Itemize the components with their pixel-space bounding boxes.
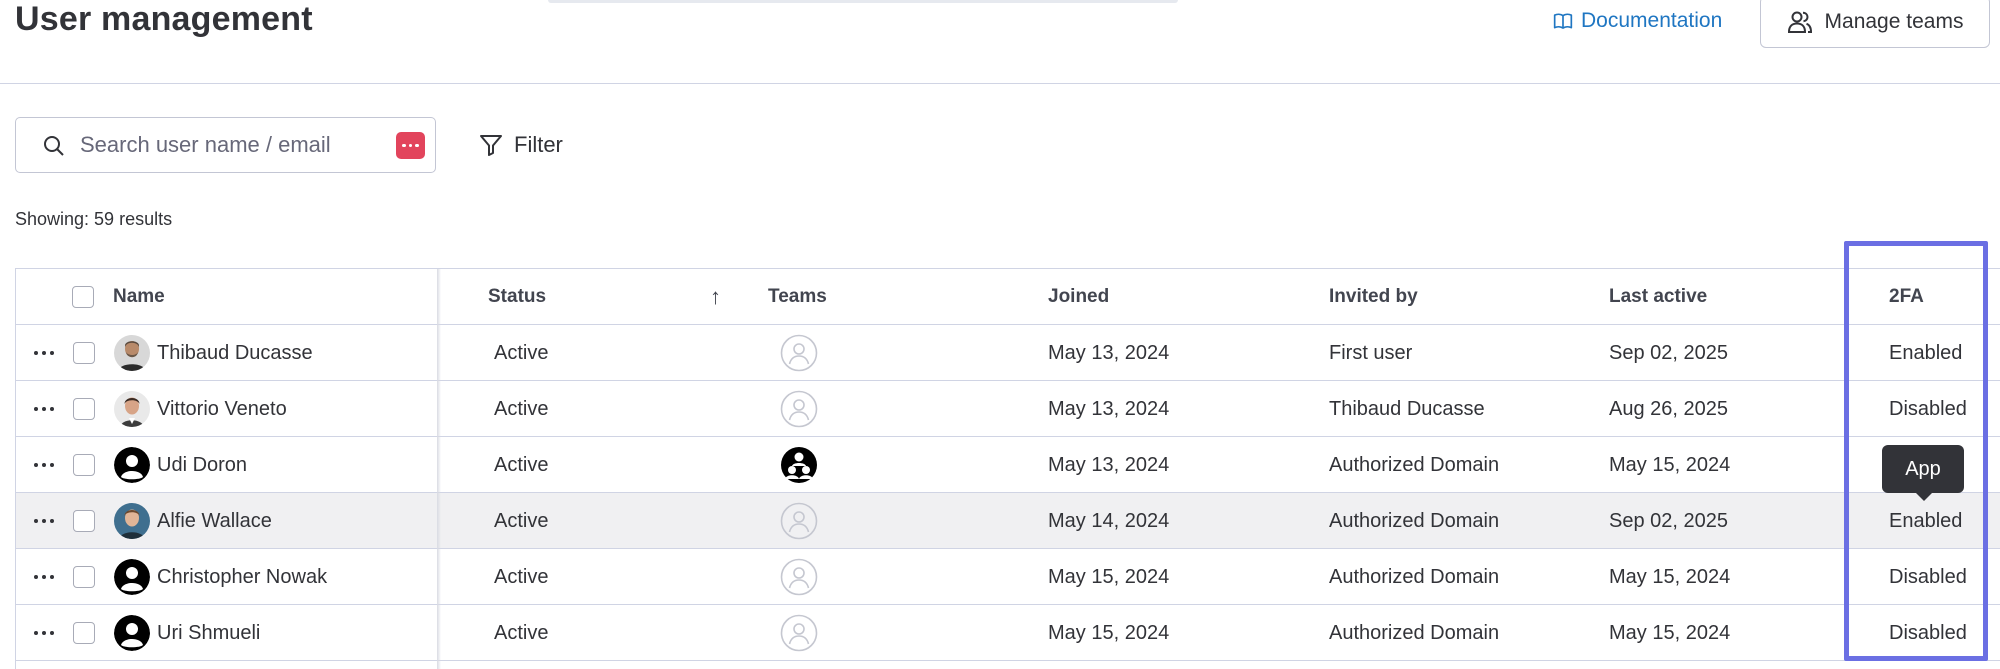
user-last-active: Sep 02, 2025 (1609, 509, 1728, 532)
results-count: Showing: 59 results (15, 209, 173, 229)
user-name[interactable]: Uri Shmueli (157, 605, 260, 661)
row-actions-icon[interactable] (34, 349, 58, 357)
documentation-label: Documentation (1581, 9, 1723, 32)
2fa-tooltip: App (1882, 445, 1964, 501)
user-2fa: Disabled (1889, 621, 1967, 644)
user-name[interactable]: Vittorio Veneto (157, 381, 287, 437)
user-name[interactable]: Alfie Wallace (157, 493, 272, 549)
user-name[interactable]: Udi Doron (157, 437, 247, 493)
user-status: Active (494, 565, 549, 588)
column-header-last-active[interactable]: Last active (1609, 269, 1707, 325)
empty-team-icon[interactable] (780, 390, 818, 428)
book-icon (1553, 13, 1573, 29)
row-checkbox[interactable] (73, 454, 95, 476)
column-header-teams[interactable]: Teams (768, 269, 827, 325)
user-invited-by: Authorized Domain (1329, 509, 1500, 532)
empty-team-icon[interactable] (780, 558, 818, 596)
table-header-row: Name Status ↑ Teams Joined Invited by La… (16, 269, 2000, 325)
filter-label: Filter (514, 132, 563, 157)
page-title: User management (15, 0, 313, 38)
user-status: Active (494, 397, 549, 420)
row-actions-icon[interactable] (34, 517, 58, 525)
user-last-active: May 15, 2024 (1609, 453, 1731, 476)
column-header-invited-by[interactable]: Invited by (1329, 269, 1418, 325)
column-header-joined[interactable]: Joined (1048, 269, 1109, 325)
user-last-active: May 15, 2024 (1609, 565, 1731, 588)
top-bar-remnant (548, 0, 1178, 3)
row-actions-icon[interactable] (34, 405, 58, 413)
table-row[interactable]: Uri Shmueli Active May 15, 2024 Authoriz… (16, 605, 2000, 661)
team-group-icon[interactable] (780, 446, 818, 484)
empty-team-icon[interactable] (780, 614, 818, 652)
table-row[interactable]: Thibaud Ducasse Active May 13, 2024 Firs… (16, 325, 2000, 381)
user-status: Active (494, 341, 549, 364)
user-invited-by: Authorized Domain (1329, 453, 1500, 476)
user-last-active: Sep 02, 2025 (1609, 341, 1728, 364)
user-invited-by: First user (1329, 341, 1413, 364)
user-avatar (114, 335, 150, 371)
default-avatar-icon (114, 615, 150, 651)
documentation-link[interactable]: Documentation (1553, 6, 1722, 36)
user-avatar (114, 503, 150, 539)
search-input[interactable] (78, 128, 378, 162)
user-status: Active (494, 509, 549, 532)
filter-icon (480, 135, 502, 156)
table-row[interactable]: Christopher Nowak Active May 15, 2024 Au… (16, 549, 2000, 605)
user-joined: May 13, 2024 (1048, 453, 1170, 476)
user-name[interactable]: Christopher Nowak (157, 549, 327, 605)
manage-teams-label: Manage teams (1824, 10, 1964, 33)
default-avatar-icon (114, 559, 150, 595)
password-manager-icon[interactable] (396, 132, 425, 159)
empty-team-icon[interactable] (780, 502, 818, 540)
search-icon (44, 136, 64, 156)
user-last-active: Aug 26, 2025 (1609, 397, 1728, 420)
manage-teams-button[interactable]: Manage teams (1760, 0, 1990, 48)
user-last-active: May 15, 2024 (1609, 621, 1731, 644)
user-joined: May 13, 2024 (1048, 397, 1170, 420)
user-2fa: Disabled (1889, 565, 1967, 588)
row-checkbox[interactable] (73, 566, 95, 588)
select-all-checkbox[interactable] (72, 286, 94, 308)
user-management-page: User management Documentation Manage tea… (0, 0, 2000, 669)
row-actions-icon[interactable] (34, 461, 58, 469)
user-2fa: Disabled (1889, 397, 1967, 420)
user-2fa: Enabled (1889, 341, 1963, 364)
page-header: User management Documentation Manage tea… (0, 0, 2000, 84)
user-joined: May 15, 2024 (1048, 621, 1170, 644)
user-name[interactable]: Thibaud Ducasse (157, 325, 313, 381)
column-header-status[interactable]: Status (488, 269, 546, 325)
user-invited-by: Authorized Domain (1329, 565, 1500, 588)
users-table: Name Status ↑ Teams Joined Invited by La… (15, 268, 2000, 669)
user-status: Active (494, 621, 549, 644)
user-joined: May 15, 2024 (1048, 565, 1170, 588)
column-header-name[interactable]: Name (113, 269, 165, 325)
column-header-2fa[interactable]: 2FA (1889, 269, 1924, 325)
row-actions-icon[interactable] (34, 573, 58, 581)
user-2fa: Enabled (1889, 509, 1963, 532)
sticky-column-divider (437, 269, 441, 669)
user-invited-by: Authorized Domain (1329, 621, 1500, 644)
empty-team-icon[interactable] (780, 334, 818, 372)
row-checkbox[interactable] (73, 622, 95, 644)
user-avatar (114, 391, 150, 427)
table-row[interactable]: Udi Doron Active May 13, 2024 Authorized… (16, 437, 2000, 493)
filter-button[interactable]: Filter (478, 128, 563, 162)
row-checkbox[interactable] (73, 342, 95, 364)
sort-arrow-icon[interactable]: ↑ (710, 269, 721, 325)
row-actions-icon[interactable] (34, 629, 58, 637)
row-checkbox[interactable] (73, 510, 95, 532)
users-icon (1787, 11, 1812, 33)
table-row[interactable]: Alfie Wallace Active May 14, 2024 Author… (16, 493, 2000, 549)
default-avatar-icon (114, 447, 150, 483)
search-box (15, 117, 436, 173)
user-status: Active (494, 453, 549, 476)
row-checkbox[interactable] (73, 398, 95, 420)
table-row[interactable]: Vittorio Veneto Active May 13, 2024 Thib… (16, 381, 2000, 437)
user-joined: May 13, 2024 (1048, 341, 1170, 364)
user-joined: May 14, 2024 (1048, 509, 1170, 532)
user-invited-by: Thibaud Ducasse (1329, 397, 1485, 420)
